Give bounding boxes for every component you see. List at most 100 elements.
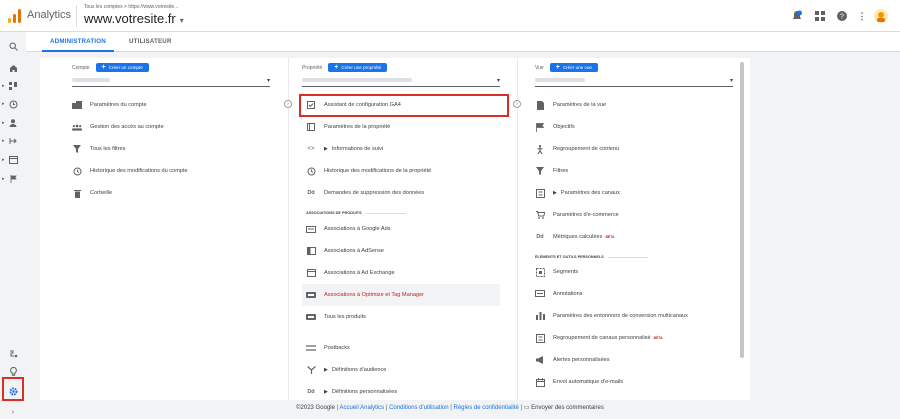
view-item-channels[interactable]: ▶ Paramètres des canaux (535, 182, 620, 204)
view-item-segments[interactable]: Segments (535, 261, 578, 283)
arrow-right-icon: › (284, 100, 292, 108)
view-item-ecommerce[interactable]: Paramètres d'e-commerce (535, 204, 619, 226)
filter-icon (535, 166, 545, 176)
create-account-button[interactable]: + Créer un compte (95, 63, 149, 72)
breadcrumb[interactable]: Tous les comptes > https://www.votresite… (84, 4, 178, 10)
ga4-assistant-highlight-box (299, 94, 509, 117)
behavior-icon[interactable]: ▸ (2, 153, 22, 167)
history-icon (306, 166, 316, 176)
link-all-products[interactable]: Tous les produits (306, 306, 366, 328)
account-column: Compte + Créer un compte ▾ Paramètres du … (72, 58, 270, 400)
chevron-down-icon: ▾ (179, 16, 184, 25)
property-select[interactable]: ▾ (302, 77, 500, 87)
property-label: Propriété (302, 64, 323, 71)
notifications-icon[interactable] (790, 9, 804, 23)
footer-link-privacy[interactable]: Règles de confidentialité (454, 405, 519, 411)
link-optimize-tag-manager[interactable]: Associations à Optimize et Tag Manager (302, 284, 500, 306)
customization-icon[interactable]: ▸ (2, 79, 22, 93)
view-item-content-grouping[interactable]: Regroupement de contenu (535, 138, 619, 160)
attribution-icon[interactable] (4, 346, 22, 360)
footer-link-terms[interactable]: Conditions d'utilisation (389, 405, 449, 411)
cart-icon (535, 210, 545, 220)
optimize-icon (306, 290, 316, 300)
apps-grid-icon[interactable] (813, 9, 827, 23)
account-name: www.votresite.fr (84, 11, 176, 26)
account-header: Compte + Créer un compte (72, 63, 149, 72)
admin-tabs: ADMINISTRATION UTILISATEUR (26, 32, 900, 52)
view-item-annotations[interactable]: Annotations (535, 283, 583, 305)
search-icon[interactable] (4, 39, 22, 53)
feedback-link[interactable]: Envoyer des commentaires (531, 405, 604, 411)
view-select-value (535, 78, 585, 82)
building-icon (72, 100, 82, 110)
expand-arrow-icon: ▶ (553, 190, 557, 196)
link-adsense[interactable]: Associations à AdSense (306, 240, 384, 262)
home-icon[interactable] (4, 61, 22, 75)
conversions-icon[interactable]: ▸ (2, 172, 22, 186)
view-column: Vue + Créer une vue ▾ Paramètres de la vu… (535, 58, 733, 400)
view-select[interactable]: ▾ (535, 77, 733, 87)
people-icon (72, 122, 82, 132)
footer: ©2023 Google | Accueil Analytics | Condi… (296, 405, 604, 411)
property-item-deletion[interactable]: Dd Demandes de suppression des données (306, 182, 424, 204)
ads-icon (306, 224, 316, 234)
channel-icon (535, 188, 545, 198)
analytics-logo[interactable] (8, 9, 22, 23)
property-item-history[interactable]: Historique des modifications de la propr… (306, 160, 431, 182)
acquisition-icon[interactable]: ▸ (2, 134, 22, 148)
discover-icon[interactable] (4, 364, 22, 378)
account-item-history[interactable]: Historique des modifications du compte (72, 160, 188, 182)
account-item-settings[interactable]: Paramètres du compte (72, 94, 147, 116)
create-property-button[interactable]: + Créer une propriété (328, 63, 388, 72)
doc-icon (535, 100, 545, 110)
segments-icon (535, 267, 545, 277)
property-item-postbacks[interactable]: Postbacks (306, 337, 350, 359)
footer-link-home[interactable]: Accueil Analytics (340, 405, 385, 411)
calendar-icon (535, 377, 545, 387)
account-select[interactable]: ▾ (72, 77, 270, 87)
admin-panel: Compte + Créer un compte ▾ Paramètres du … (40, 58, 750, 400)
account-item-access[interactable]: Gestion des accès au compte (72, 116, 164, 138)
audience-icon[interactable]: ▸ (2, 116, 22, 130)
create-view-button[interactable]: + Créer une vue (549, 63, 598, 72)
trash-icon (72, 188, 82, 198)
link-google-ads[interactable]: Associations à Google Ads (306, 218, 391, 240)
help-icon[interactable]: ? (835, 9, 849, 23)
megaphone-icon (535, 355, 545, 365)
property-item-audience[interactable]: ▶ Définitions d'audience (306, 359, 386, 381)
settings-doc-icon (306, 122, 316, 132)
avatar[interactable] (874, 9, 888, 23)
account-item-trash[interactable]: Corbeille (72, 182, 112, 204)
arrow-right-icon: › (513, 100, 521, 108)
view-item-goals[interactable]: Objectifs (535, 116, 575, 138)
view-item-custom-alerts[interactable]: Alertes personnalisées (535, 349, 610, 371)
view-item-calculated-metrics[interactable]: Dd Métriques calculées BÊTA (535, 226, 614, 248)
realtime-icon[interactable]: ▸ (2, 97, 22, 111)
column-separator (517, 58, 518, 400)
more-vert-icon[interactable]: ⋮ (855, 9, 869, 23)
view-item-scheduled-emails[interactable]: Envoi automatique d'e-mails (535, 371, 623, 393)
history-icon (72, 166, 82, 176)
copyright-text: ©2023 Google (296, 405, 335, 411)
link-ad-exchange[interactable]: Associations à Ad Exchange (306, 262, 395, 284)
view-item-custom-channel-grouping[interactable]: Regroupement de canaux personnalisé BÊTA (535, 327, 663, 349)
view-item-filters[interactable]: Filtres (535, 160, 568, 182)
account-item-filters[interactable]: Tous les filtres (72, 138, 125, 160)
audience-icon (306, 365, 316, 375)
scrollbar[interactable] (740, 62, 744, 358)
account-selector[interactable]: www.votresite.fr ▾ (84, 11, 184, 26)
property-item-custom-definitions[interactable]: Dd ▶ Définitions personnalisées (306, 381, 397, 403)
view-header: Vue + Créer une vue (535, 63, 598, 72)
products-icon (306, 312, 316, 322)
bars-icon (535, 311, 545, 321)
tab-utilisateur[interactable]: UTILISATEUR (129, 38, 172, 45)
property-item-settings[interactable]: Paramètres de la propriété (306, 116, 390, 138)
admin-gear-icon[interactable] (4, 384, 22, 398)
view-item-settings[interactable]: Paramètres de la vue (535, 94, 606, 116)
flag-icon (535, 122, 545, 132)
app-name: Analytics (27, 9, 72, 21)
tab-administration[interactable]: ADMINISTRATION (42, 38, 114, 52)
view-item-mcf-settings[interactable]: Paramètres des entonnoirs de conversion … (535, 305, 688, 327)
property-item-tracking[interactable]: <> ▶ Informations de suivi (306, 138, 383, 160)
divider (76, 5, 77, 27)
